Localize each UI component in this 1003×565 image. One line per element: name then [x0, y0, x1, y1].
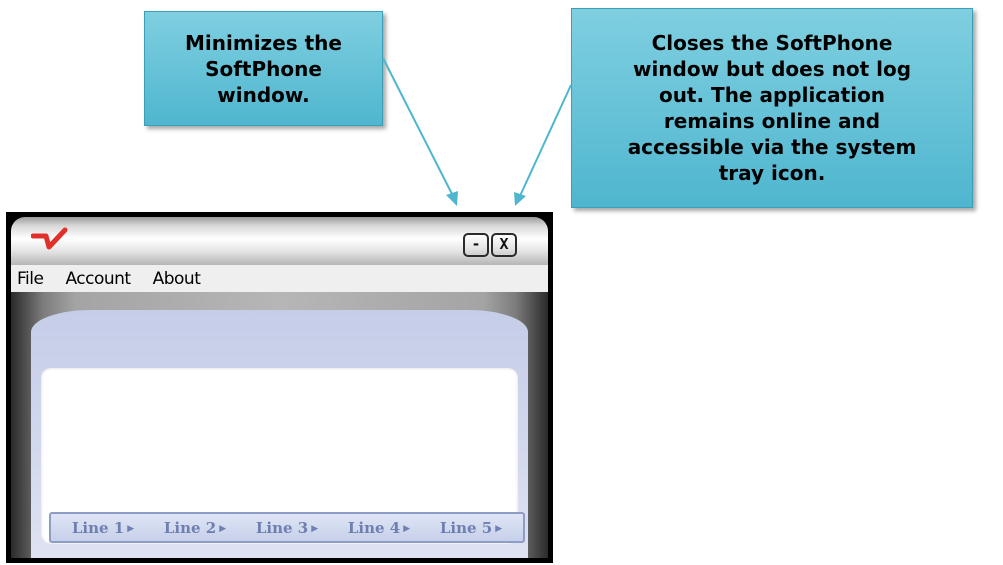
minimize-button[interactable]: -: [463, 233, 489, 257]
softphone-window: - X File Account About Line 1 ▶ Line 2 ▶ L…: [6, 212, 553, 563]
line-3-button[interactable]: Line 3 ▶: [256, 519, 318, 537]
line-2-arrow-icon: ▶: [219, 523, 227, 534]
line-3-arrow-icon: ▶: [311, 523, 319, 534]
menu-file[interactable]: File: [11, 269, 44, 289]
close-callout: Closes the SoftPhone window but does not…: [571, 8, 973, 208]
phone-body: Line 1 ▶ Line 2 ▶ Line 3 ▶ Line 4 ▶ Line 5 ▶: [11, 292, 548, 558]
minimize-callout-text: Minimizes the SoftPhone window.: [185, 30, 342, 107]
line-selector-bar: Line 1 ▶ Line 2 ▶ Line 3 ▶ Line 4 ▶ Line 5 ▶: [49, 512, 525, 543]
line-4-arrow-icon: ▶: [403, 523, 411, 534]
line-5-button[interactable]: Line 5 ▶: [440, 519, 502, 537]
close-callout-text: Closes the SoftPhone window but does not…: [627, 31, 917, 185]
line-1-arrow-icon: ▶: [127, 523, 135, 534]
close-button[interactable]: X: [491, 233, 517, 257]
close-arrowhead: [514, 192, 526, 206]
brand-check-logo-icon: [31, 227, 68, 250]
minimize-arrow: [382, 57, 454, 197]
minimize-arrowhead: [446, 191, 458, 206]
close-arrow: [519, 84, 572, 197]
menu-bar: File Account About: [11, 265, 548, 292]
line-5-arrow-icon: ▶: [495, 523, 503, 534]
line-2-button[interactable]: Line 2 ▶: [164, 519, 226, 537]
minimize-callout: Minimizes the SoftPhone window.: [144, 11, 383, 126]
line-4-button[interactable]: Line 4 ▶: [348, 519, 410, 537]
title-bar[interactable]: - X: [11, 217, 548, 265]
menu-about[interactable]: About: [147, 269, 201, 289]
line-1-button[interactable]: Line 1 ▶: [72, 519, 134, 537]
menu-account[interactable]: Account: [59, 269, 131, 289]
